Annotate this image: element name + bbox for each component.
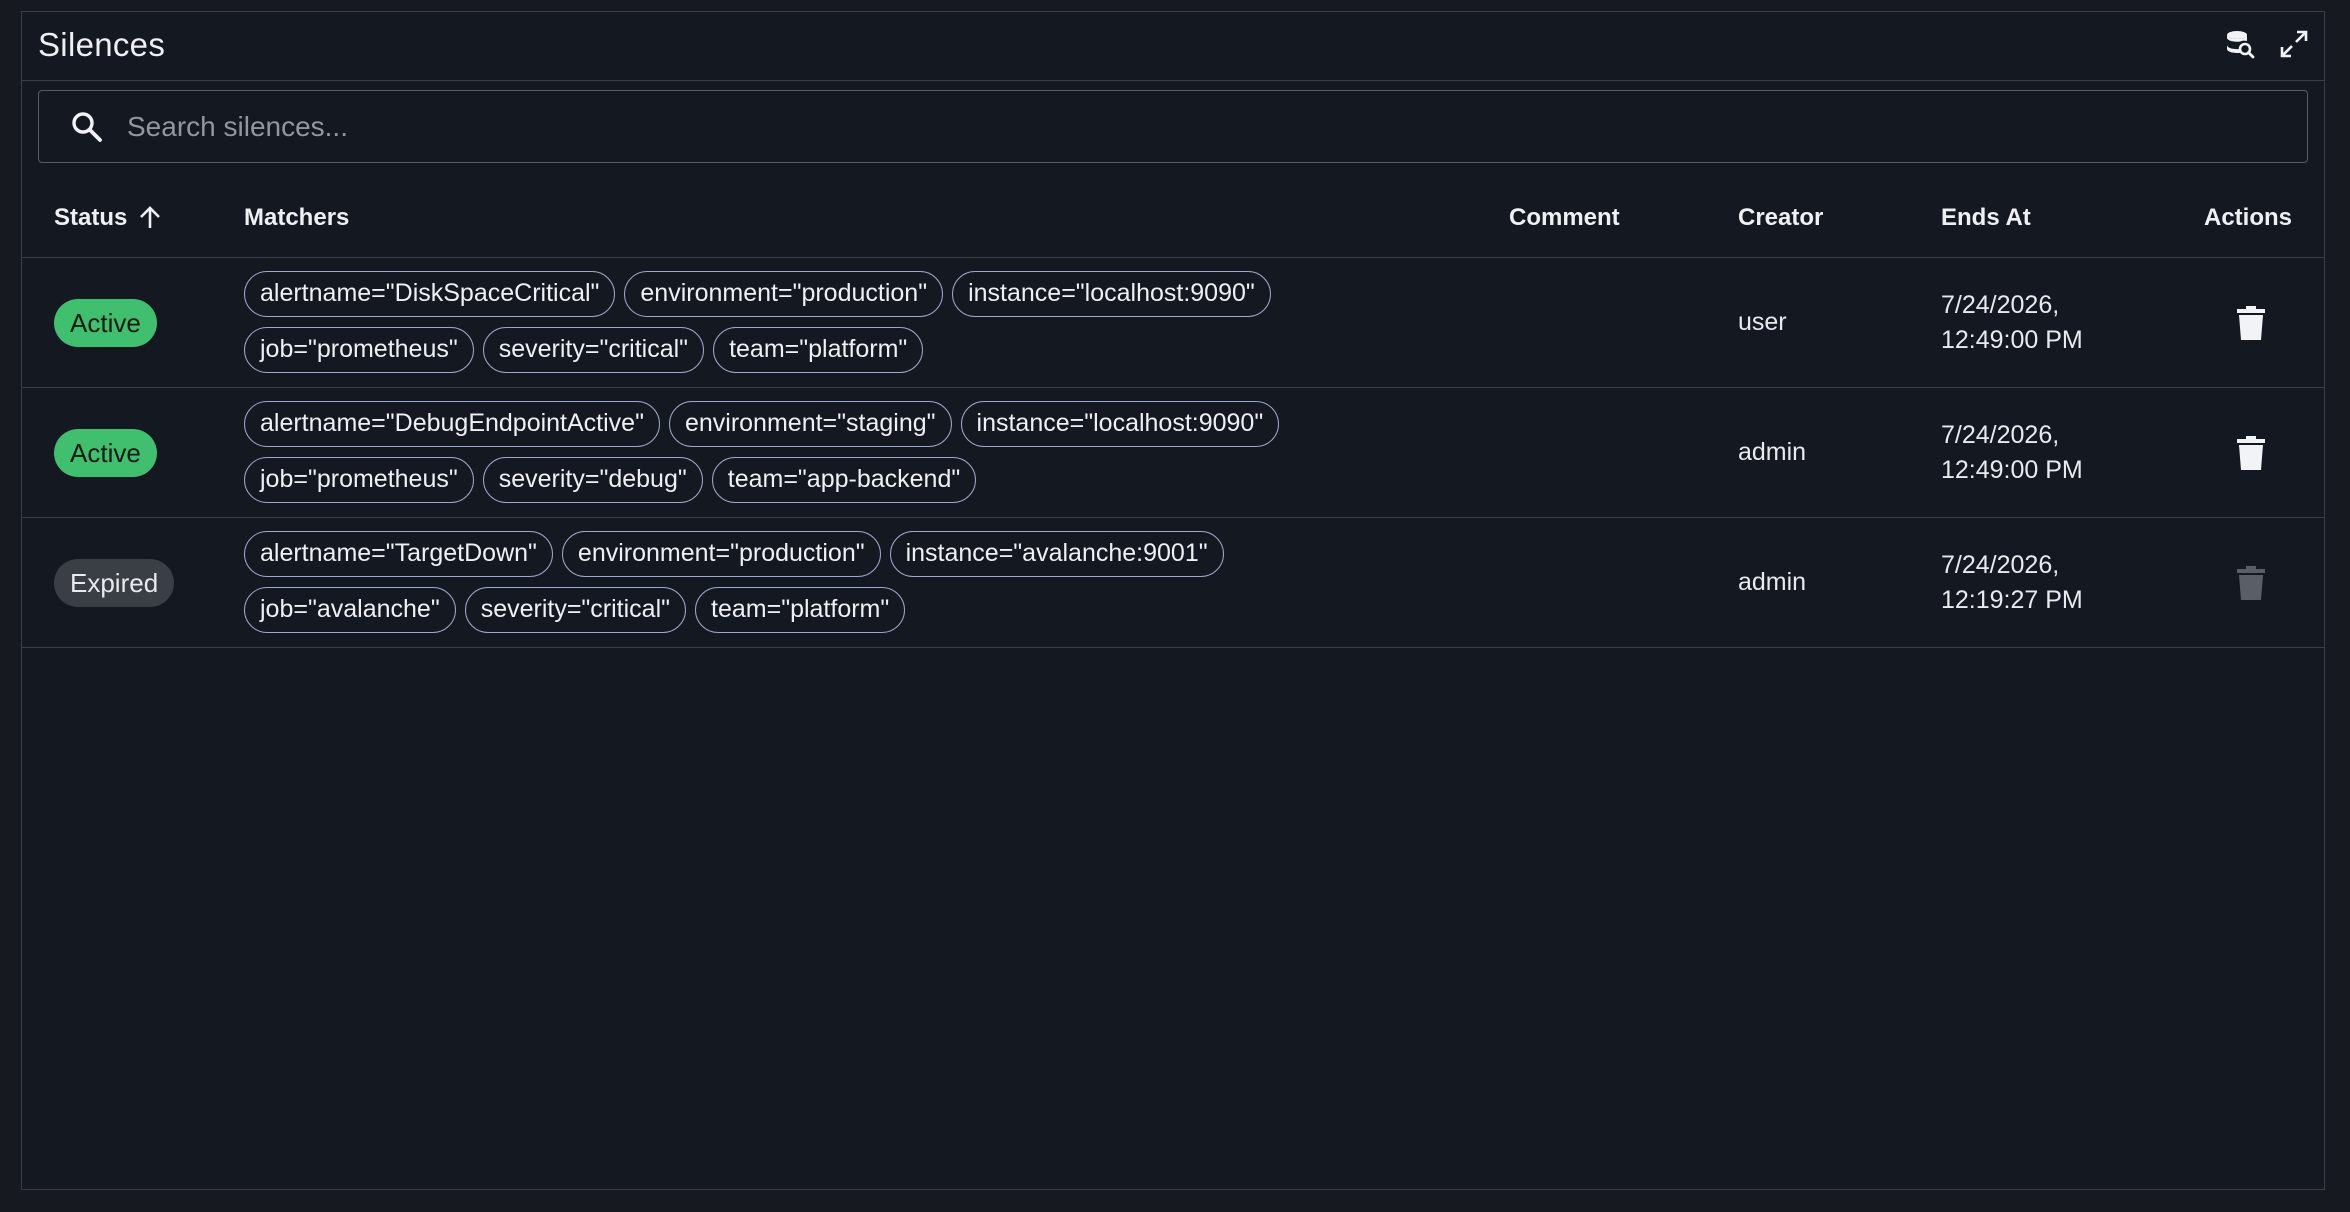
matcher-chip: instance="localhost:9090" — [952, 271, 1271, 317]
matcher-chip: severity="debug" — [482, 457, 703, 503]
matcher-chip: alertname="DebugEndpointActive" — [244, 401, 660, 447]
column-header-creator[interactable]: Creator — [1738, 204, 1823, 232]
panel-header: Silences — [22, 12, 2324, 81]
matcher-chip: instance="localhost:9090" — [960, 401, 1280, 447]
matcher-chip: severity="critical" — [464, 587, 687, 633]
table-header: Status Matchers Comment Creator Ends At … — [22, 176, 2324, 258]
ends-at-cell: 7/24/2026, 12:19:27 PM — [1941, 548, 2083, 618]
creator-cell: admin — [1738, 438, 1807, 466]
ends-at-date: 7/24/2026, — [1941, 551, 2060, 579]
matcher-chip: team="platform" — [695, 587, 906, 633]
matcher-chip: team="platform" — [713, 327, 924, 373]
trash-icon — [2237, 436, 2265, 470]
trash-icon — [2237, 306, 2265, 340]
status-badge: Expired — [54, 559, 175, 607]
matcher-chip: instance="avalanche:9001" — [889, 531, 1224, 577]
matcher-chip: job="prometheus" — [244, 327, 474, 373]
silences-table: Status Matchers Comment Creator Ends At … — [22, 176, 2324, 648]
header-icons — [2224, 28, 2310, 60]
column-header-ends-at[interactable]: Ends At — [1941, 204, 2031, 232]
arrow-up-icon — [140, 206, 161, 228]
column-header-matchers[interactable]: Matchers — [244, 204, 349, 232]
matchers-list: alertname="TargetDown" environment="prod… — [244, 531, 1444, 633]
silences-panel: Silences Search silences... Status Match… — [21, 11, 2325, 1190]
delete-button[interactable] — [2232, 304, 2270, 342]
column-header-status-label: Status — [54, 204, 128, 231]
matcher-chip: environment="staging" — [668, 401, 952, 447]
creator-cell: user — [1738, 308, 1787, 336]
column-header-comment[interactable]: Comment — [1509, 204, 1620, 232]
status-badge: Active — [54, 299, 157, 347]
ends-at-time: 12:49:00 PM — [1941, 456, 2083, 484]
matcher-chip: job="prometheus" — [244, 457, 474, 503]
database-search-icon[interactable] — [2224, 28, 2256, 60]
delete-button[interactable] — [2232, 434, 2270, 472]
search-input[interactable] — [127, 91, 2307, 162]
delete-button-disabled — [2232, 564, 2270, 602]
ends-at-time: 12:49:00 PM — [1941, 326, 2083, 354]
matcher-chip: alertname="TargetDown" — [244, 531, 553, 577]
matcher-chip: team="app-backend" — [711, 457, 977, 503]
search-box[interactable] — [38, 90, 2308, 163]
matcher-chip: severity="critical" — [482, 327, 705, 373]
matcher-chip: alertname="DiskSpaceCritical" — [244, 271, 616, 317]
matcher-chip: environment="production" — [561, 531, 881, 577]
table-row: Expired alertname="TargetDown" environme… — [22, 518, 2324, 648]
column-header-actions: Actions — [2204, 204, 2293, 231]
matchers-list: alertname="DiskSpaceCritical" environmen… — [244, 271, 1444, 373]
table-row: Active alertname="DiskSpaceCritical" env… — [22, 258, 2324, 388]
ends-at-date: 7/24/2026, — [1941, 421, 2060, 449]
table-row: Active alertname="DebugEndpointActive" e… — [22, 388, 2324, 518]
ends-at-cell: 7/24/2026, 12:49:00 PM — [1941, 288, 2083, 358]
column-header-status[interactable]: Status — [54, 204, 163, 232]
matcher-chip: environment="production" — [624, 271, 944, 317]
ends-at-time: 12:19:27 PM — [1941, 586, 2083, 614]
trash-icon — [2237, 566, 2265, 600]
ends-at-date: 7/24/2026, — [1941, 291, 2060, 319]
status-badge: Active — [54, 429, 157, 477]
ends-at-cell: 7/24/2026, 12:49:00 PM — [1941, 418, 2083, 488]
search-icon — [72, 111, 102, 142]
panel-title: Silences — [38, 26, 166, 63]
expand-icon[interactable] — [2278, 28, 2310, 60]
creator-cell: admin — [1738, 568, 1807, 596]
matchers-list: alertname="DebugEndpointActive" environm… — [244, 401, 1444, 503]
matcher-chip: job="avalanche" — [244, 587, 456, 633]
